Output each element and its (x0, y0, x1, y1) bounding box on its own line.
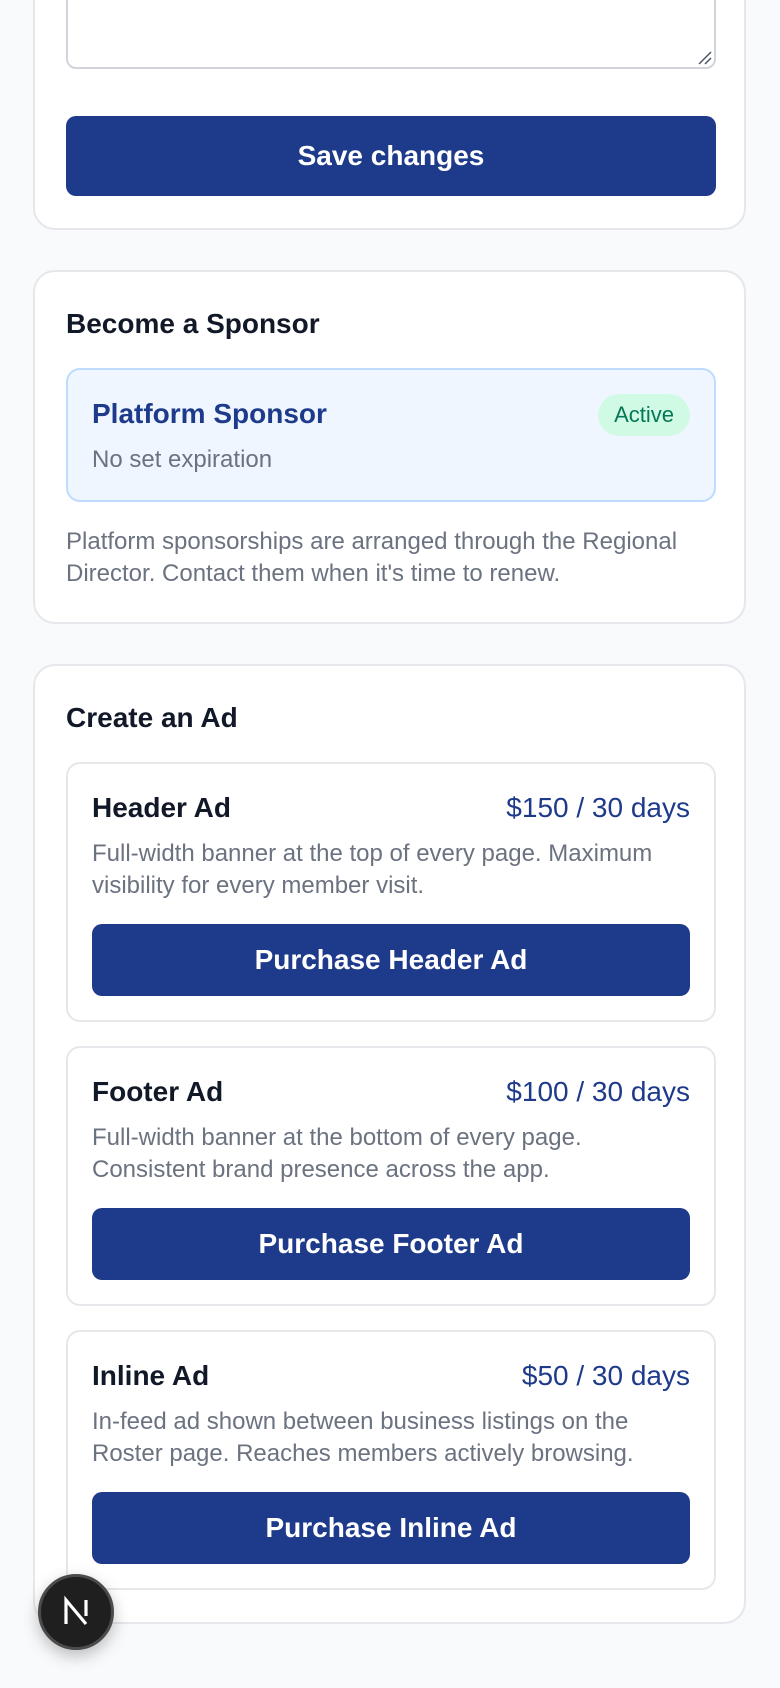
sponsor-plan-expiry: No set expiration (92, 446, 273, 473)
ad-option-inline: Inline Ad $50 / 30 days In-feed ad shown… (66, 1330, 716, 1590)
create-ad-card: Create an Ad Header Ad $150 / 30 days Fu… (33, 664, 746, 1624)
sponsor-note: Platform sponsorships are arranged throu… (66, 528, 678, 587)
ad-description: Full-width banner at the top of every pa… (92, 840, 653, 899)
save-changes-button[interactable]: Save changes (66, 116, 716, 196)
ad-name: Inline Ad (92, 1360, 210, 1391)
status-badge: Active (598, 394, 690, 436)
ad-description: In-feed ad shown between business listin… (92, 1408, 634, 1467)
sponsor-plan-box: Platform Sponsor Active No set expiratio… (66, 368, 716, 502)
sponsor-plan-name: Platform Sponsor (92, 398, 327, 429)
ad-option-header: Header Ad $150 / 30 days Full-width bann… (66, 762, 716, 1022)
bio-textarea[interactable] (66, 0, 716, 69)
ad-name: Header Ad (92, 792, 232, 823)
sponsor-card: Become a Sponsor Platform Sponsor Active… (33, 270, 746, 624)
profile-card: Save changes (33, 0, 746, 230)
purchase-footer-ad-button[interactable]: Purchase Footer Ad (92, 1208, 690, 1280)
ads-section-title: Create an Ad (66, 702, 238, 733)
purchase-header-ad-button[interactable]: Purchase Header Ad (92, 924, 690, 996)
resize-grip-icon[interactable] (696, 49, 712, 65)
ad-description: Full-width banner at the bottom of every… (92, 1124, 582, 1183)
next-logo-icon (64, 1595, 88, 1626)
ad-price: $50 / 30 days (521, 1360, 690, 1391)
ad-option-footer: Footer Ad $100 / 30 days Full-width bann… (66, 1046, 716, 1306)
sponsor-section-title: Become a Sponsor (66, 308, 320, 339)
dev-tools-button[interactable] (38, 1574, 114, 1650)
ad-price: $100 / 30 days (506, 1076, 690, 1107)
ad-name: Footer Ad (92, 1076, 224, 1107)
ad-price: $150 / 30 days (506, 792, 690, 823)
purchase-inline-ad-button[interactable]: Purchase Inline Ad (92, 1492, 690, 1564)
